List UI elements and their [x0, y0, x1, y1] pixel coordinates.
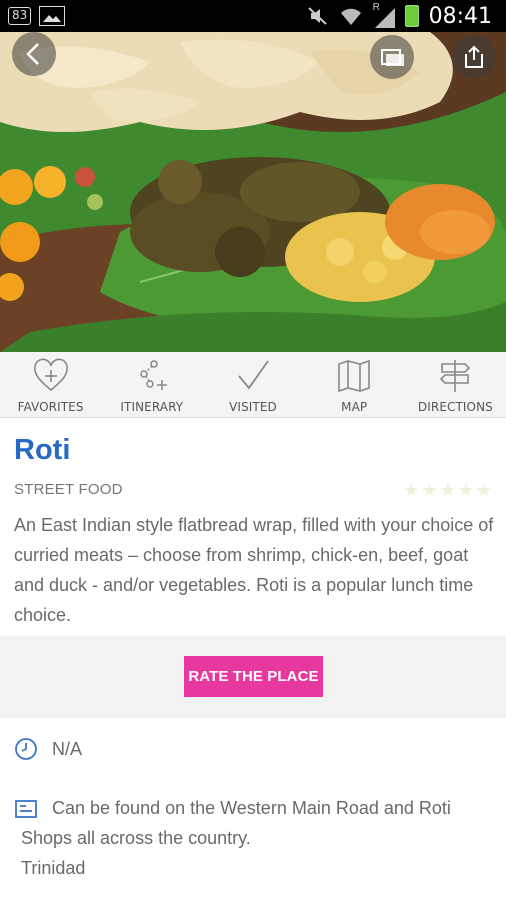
location-text: Can be found on the Western Main Road an…: [21, 798, 451, 848]
share-icon: [465, 45, 483, 68]
visited-label: VISITED: [229, 400, 277, 414]
star-icon: ★: [439, 480, 456, 500]
clock: 08:41: [428, 3, 492, 29]
place-category: STREET FOOD: [14, 481, 123, 498]
back-button[interactable]: [12, 32, 56, 76]
star-icon: ★: [457, 480, 474, 500]
location-region: Trinidad: [21, 858, 86, 878]
place-description: An East Indian style flatbread wrap, fil…: [14, 515, 494, 625]
star-icon: ★: [421, 480, 438, 500]
itinerary-button[interactable]: ITINERARY: [101, 352, 202, 417]
visited-button[interactable]: VISITED: [202, 352, 303, 417]
gallery-icon: [381, 49, 404, 66]
status-bar: 83 R 08:41: [0, 0, 506, 32]
location-row: Can be found on the Western Main Road an…: [14, 793, 494, 883]
clock-icon: [15, 738, 37, 760]
notification-count-badge: 83: [8, 7, 32, 25]
hours-text: N/A: [52, 739, 83, 759]
share-button[interactable]: [452, 35, 496, 79]
rating-stars: ★ ★ ★ ★ ★: [403, 480, 492, 501]
signal-icon: R: [373, 2, 395, 28]
checkmark-icon: [238, 360, 269, 390]
directions-button[interactable]: DIRECTIONS: [405, 352, 506, 417]
signpost-icon: [440, 360, 471, 392]
star-icon: ★: [403, 480, 420, 500]
favorites-label: FAVORITES: [17, 400, 84, 414]
back-icon: [26, 43, 39, 65]
map-button[interactable]: MAP: [304, 352, 405, 417]
mute-icon: [307, 7, 327, 25]
battery-icon: [404, 5, 419, 27]
favorites-button[interactable]: FAVORITES: [0, 352, 101, 417]
place-title: Roti: [14, 434, 71, 466]
hero-image: [0, 32, 506, 352]
itinerary-label: ITINERARY: [120, 400, 184, 414]
star-icon: ★: [475, 480, 492, 500]
itinerary-icon: [140, 360, 167, 390]
gallery-button[interactable]: [370, 35, 414, 79]
map-label: MAP: [341, 400, 368, 414]
gallery-notification-icon: [39, 6, 66, 26]
heart-plus-icon: [33, 358, 68, 392]
action-bar: FAVORITES ITINERARY VISITED MAP DIRECTIO…: [0, 352, 506, 418]
directions-label: DIRECTIONS: [417, 400, 493, 414]
hours-row: N/A: [14, 734, 82, 764]
map-icon: [338, 359, 371, 393]
rate-section: RATE THE PLACE: [0, 636, 506, 718]
rate-the-place-button[interactable]: RATE THE PLACE: [184, 656, 323, 697]
wifi-icon: [340, 8, 361, 25]
